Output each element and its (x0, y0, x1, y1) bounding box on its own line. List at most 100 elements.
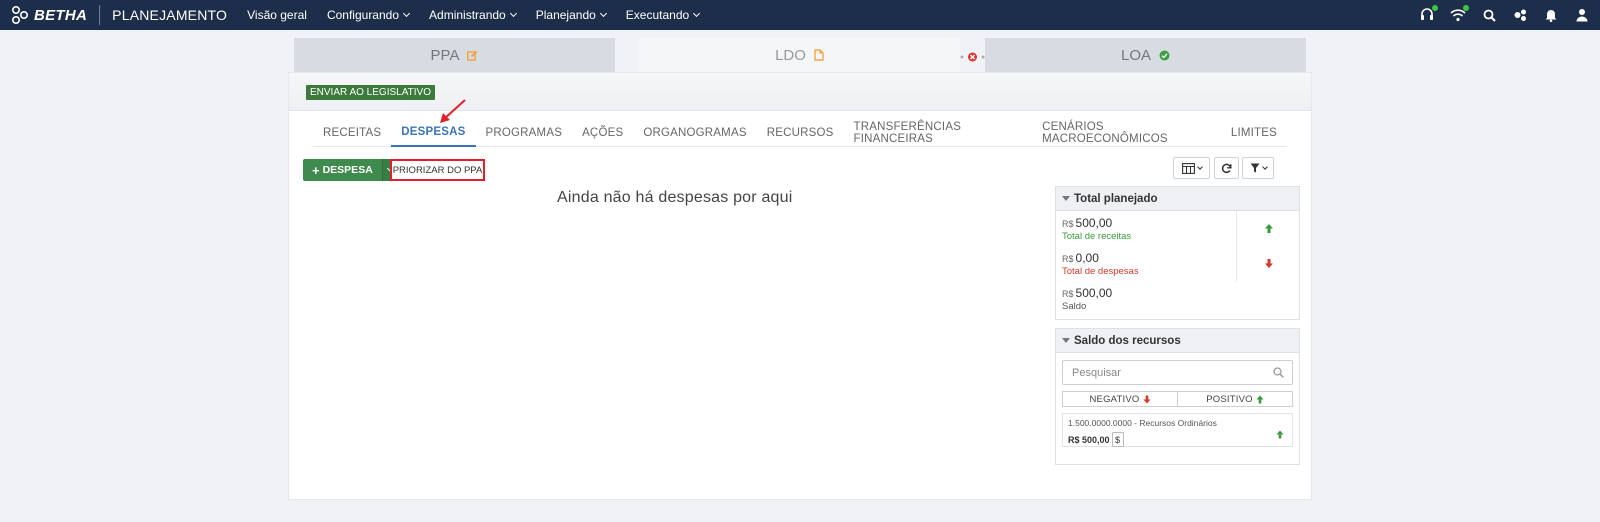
resource-search-field (1062, 360, 1293, 385)
nav-label: Visão geral (247, 8, 307, 22)
nav-label: Administrando (429, 8, 506, 22)
arrow-up-icon (1236, 211, 1300, 246)
edit-icon (467, 50, 478, 61)
stage-tab-ldo[interactable]: LDO (639, 38, 960, 72)
columns-view-button[interactable] (1173, 157, 1210, 179)
dollar-button[interactable]: $ (1111, 432, 1124, 447)
nav-administrando[interactable]: Administrando (429, 8, 517, 22)
panel-title: Total planejado (1074, 192, 1158, 205)
amount: 500,00 (1075, 286, 1113, 300)
saldo-value: R$ 500,00 (1062, 281, 1299, 300)
resource-search-input[interactable] (1072, 366, 1262, 379)
tab-limites[interactable]: LIMITES (1221, 119, 1287, 147)
filter-label: POSITIVO (1206, 393, 1253, 405)
nav-label: Configurando (326, 8, 400, 22)
chevron-down-icon (599, 9, 607, 18)
tab-cenarios-macroeconomicos[interactable]: CENÁRIOS MACROECONÔMICOS (1032, 119, 1221, 147)
annotation-arrow-icon (440, 99, 466, 123)
search-icon (1273, 367, 1284, 378)
empty-state-message: Ainda não há despesas por aqui (557, 189, 793, 206)
app-name[interactable]: PLANEJAMENTO (112, 7, 227, 23)
tab-transferencias-financeiras[interactable]: TRANSFERÊNCIAS FINANCEIRAS (843, 119, 1032, 147)
saldo-filter-group: NEGATIVO POSITIVO (1062, 391, 1293, 407)
status-dot (1432, 5, 1438, 11)
nav-label: Planejando (535, 8, 596, 22)
amount: 0,00 (1075, 251, 1099, 265)
brand[interactable]: BETHA (0, 0, 87, 30)
tab-acoes[interactable]: AÇÕES (572, 119, 633, 147)
nav-visao-geral[interactable]: Visão geral (247, 8, 307, 22)
nav-planejando[interactable]: Planejando (535, 8, 607, 22)
search-icon[interactable] (1481, 7, 1497, 23)
resource-value: R$ 500,00 $ (1068, 432, 1292, 447)
total-planejado-header[interactable]: Total planejado (1056, 187, 1299, 211)
chevron-down-icon (1261, 163, 1268, 170)
document-icon (814, 49, 824, 61)
users-gear-icon[interactable] (1512, 7, 1528, 23)
stage-label: LDO (775, 46, 806, 64)
filter-negative-button[interactable]: NEGATIVO (1063, 392, 1177, 406)
total-receitas-row: R$ 500,00 Total de receitas (1056, 211, 1299, 246)
top-icons (1404, 0, 1590, 30)
stage-tab-ppa[interactable]: PPA (294, 38, 615, 72)
add-despesa-group: + DESPESA (303, 159, 399, 181)
stage-connector (960, 52, 985, 62)
amount: 500,00 (1075, 216, 1113, 230)
saldo-row: R$ 500,00 Saldo (1056, 281, 1299, 316)
stage-tab-loa[interactable]: LOA (985, 38, 1306, 72)
table-columns-icon (1181, 162, 1195, 174)
arrow-up-icon (1276, 430, 1284, 439)
total-despesas-row: R$ 0,00 Total de despesas (1056, 246, 1299, 281)
chevron-down-icon (509, 9, 517, 18)
chevron-down-icon (693, 9, 701, 18)
nav-label: Executando (625, 8, 690, 22)
chevron-down-icon (402, 9, 411, 18)
nav-executando[interactable]: Executando (625, 8, 701, 22)
headset-icon[interactable] (1419, 5, 1438, 23)
filter-label: NEGATIVO (1089, 393, 1140, 405)
status-dot (1463, 5, 1469, 11)
caret-down-icon (1062, 338, 1070, 343)
resource-list-item[interactable]: 1.500.0000.0000 - Recursos Ordinários R$… (1062, 413, 1293, 447)
main-content: ENVIAR AO LEGISLATIVO RECEITAS DESPESAS … (288, 72, 1312, 500)
brand-name: BETHA (34, 6, 88, 24)
currency-label: R$ (1062, 219, 1074, 229)
betha-logo-icon (11, 5, 29, 25)
filter-positive-button[interactable]: POSITIVO (1177, 392, 1292, 406)
tab-organogramas[interactable]: ORGANOGRAMAS (633, 119, 756, 147)
tab-receitas[interactable]: RECEITAS (313, 119, 391, 147)
arrow-down-icon (1236, 246, 1300, 281)
filter-button[interactable] (1242, 157, 1274, 179)
caret-down-icon (1062, 196, 1070, 201)
add-despesa-button[interactable]: + DESPESA (303, 159, 382, 181)
total-planejado-panel: Total planejado R$ 500,00 Total de receit… (1055, 186, 1300, 320)
wifi-icon[interactable] (1450, 5, 1469, 23)
resource-name: 1.500.0000.0000 - Recursos Ordinários (1068, 418, 1217, 428)
saldo-recursos-header[interactable]: Saldo dos recursos (1056, 329, 1299, 353)
tab-programas[interactable]: PROGRAMAS (476, 119, 573, 147)
send-to-legislative-button[interactable]: ENVIAR AO LEGISLATIVO (306, 85, 435, 100)
panel-title: Saldo dos recursos (1074, 334, 1181, 347)
bell-icon[interactable] (1543, 7, 1559, 23)
priorize-ppa-button[interactable]: PRIORIZAR DO PPA (390, 159, 485, 181)
nav-configurando[interactable]: Configurando (326, 8, 411, 22)
brand-divider (99, 5, 101, 25)
arrow-down-icon (1143, 395, 1150, 403)
currency-label: R$ (1062, 254, 1074, 264)
refresh-button[interactable] (1214, 157, 1239, 179)
user-icon[interactable] (1574, 7, 1590, 23)
filter-icon (1250, 163, 1259, 173)
tab-recursos[interactable]: RECURSOS (757, 119, 844, 147)
currency-label: R$ (1062, 289, 1074, 299)
chevron-down-icon (1196, 163, 1203, 170)
saldo-label: Saldo (1062, 301, 1087, 312)
amount: R$ 500,00 (1068, 434, 1110, 445)
saldo-recursos-panel: Saldo dos recursos NEGATIVO POSITIVO 1.5… (1055, 328, 1300, 465)
plus-icon: + (312, 162, 320, 178)
refresh-icon (1221, 163, 1232, 173)
arrow-up-icon (1256, 395, 1264, 403)
stage-label: PPA (430, 46, 460, 64)
stage-label: LOA (1120, 46, 1151, 64)
check-circle-icon (1159, 50, 1170, 61)
top-navbar: BETHA PLANEJAMENTO Visão geral Configura… (0, 0, 1600, 30)
